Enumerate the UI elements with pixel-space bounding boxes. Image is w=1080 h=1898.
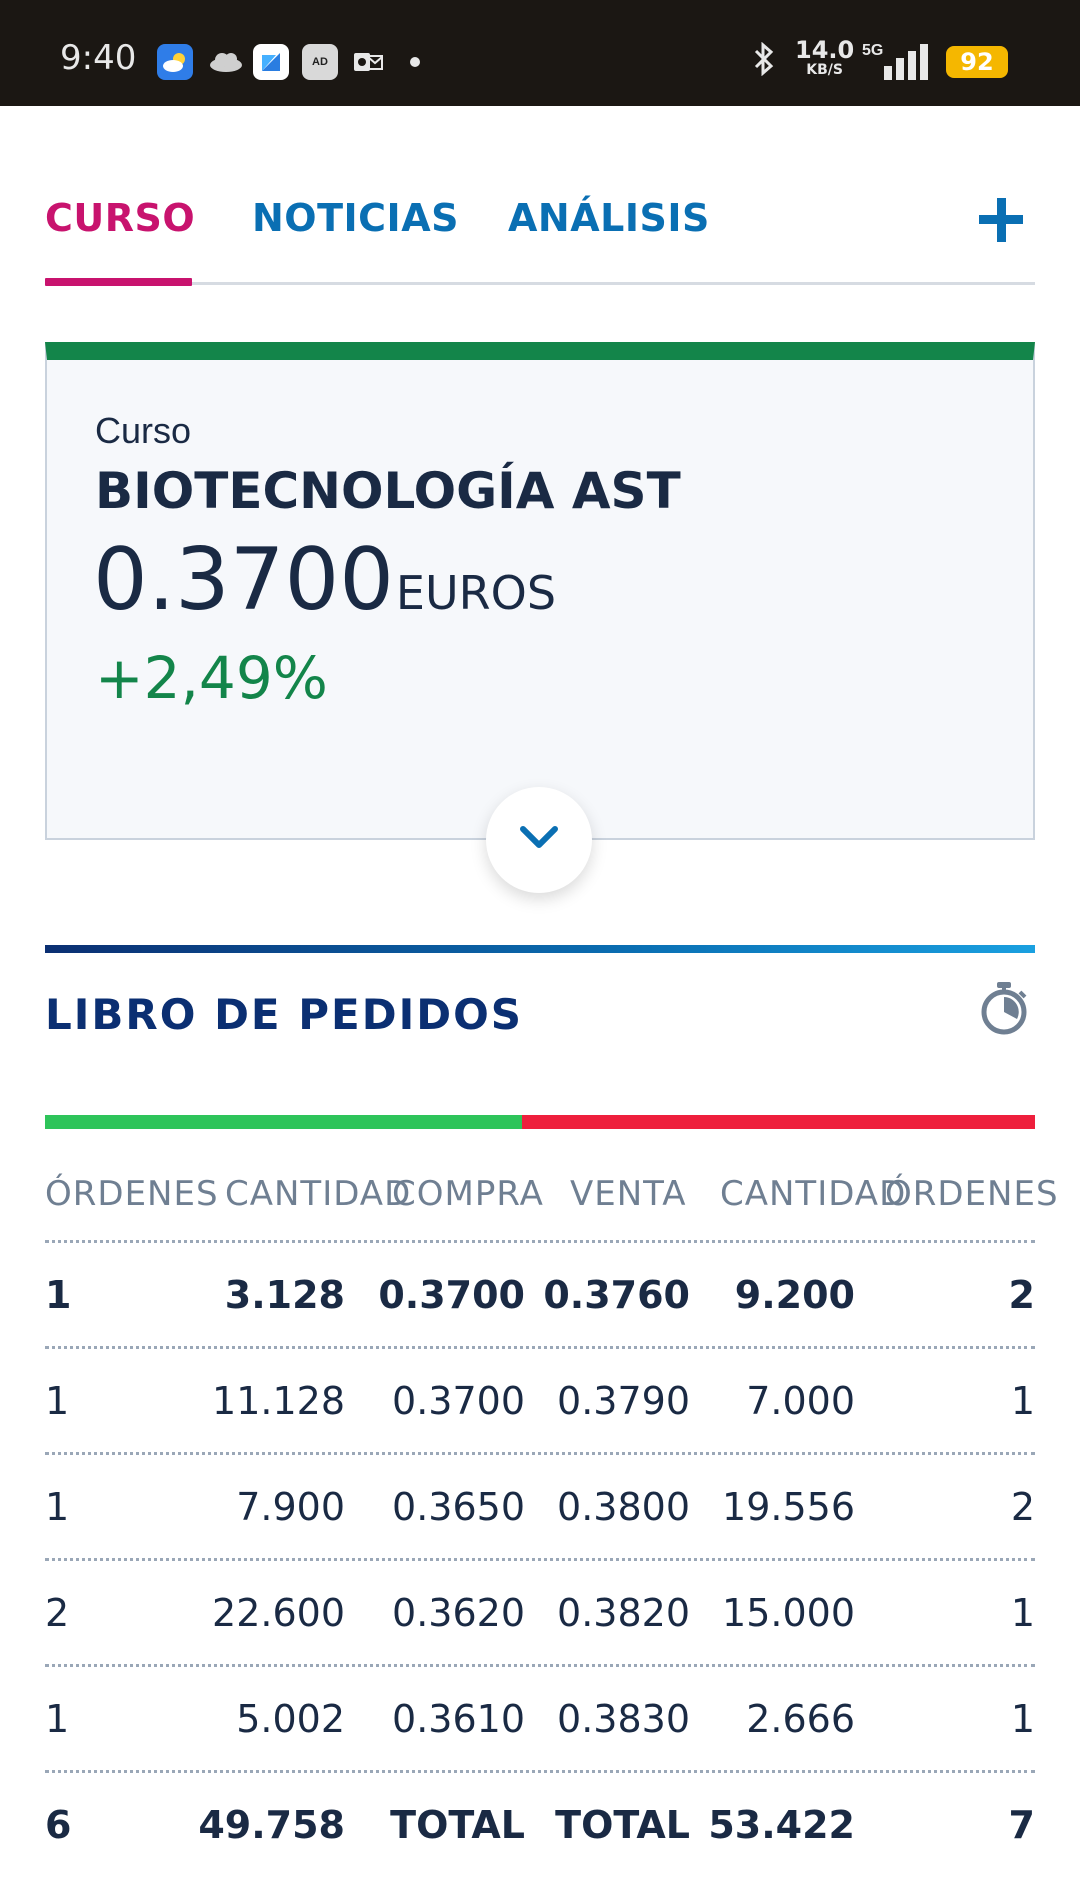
tab-curso[interactable]: CURSO bbox=[45, 196, 195, 240]
network-speed: 14.0 KB/S bbox=[795, 38, 854, 80]
col-header-venta: VENTA bbox=[570, 1174, 687, 1214]
cell-ask: 0.3760 bbox=[543, 1273, 690, 1317]
total-orders-buy: 6 bbox=[45, 1803, 72, 1847]
cell-ask: 0.3790 bbox=[557, 1379, 690, 1423]
chevron-down-icon bbox=[520, 826, 558, 848]
cell-qty-sell: 2.666 bbox=[746, 1697, 855, 1741]
cell-bid: 0.3700 bbox=[378, 1273, 525, 1317]
cell-bid: 0.3610 bbox=[392, 1697, 525, 1741]
cell-ask: 0.3830 bbox=[557, 1697, 690, 1741]
quote-card: Curso BIOTECNOLOGÍA AST 0.3700EUROS +2,4… bbox=[45, 342, 1035, 840]
price-change: +2,49% bbox=[95, 644, 328, 712]
cell-orders-buy: 1 bbox=[45, 1273, 72, 1317]
cell-orders-buy: 1 bbox=[45, 1697, 70, 1741]
col-header-ordenes-buy: ÓRDENES bbox=[45, 1174, 219, 1214]
price: 0.3700EUROS bbox=[93, 530, 556, 630]
tab-analisis[interactable]: ANÁLISIS bbox=[508, 196, 710, 240]
stopwatch-icon[interactable] bbox=[978, 980, 1030, 1041]
total-label-sell: TOTAL bbox=[555, 1803, 690, 1847]
total-label-buy: TOTAL bbox=[390, 1803, 525, 1847]
order-book-title: LIBRO DE PEDIDOS bbox=[45, 990, 524, 1039]
buy-sell-ratio-bar bbox=[45, 1115, 1035, 1129]
tab-bar: CURSO NOTICIAS ANÁLISIS bbox=[45, 196, 1035, 286]
cell-qty-buy: 22.600 bbox=[212, 1591, 345, 1635]
cell-ask: 0.3820 bbox=[557, 1591, 690, 1635]
network-type: 5G bbox=[862, 42, 884, 59]
cell-qty-buy: 3.128 bbox=[224, 1273, 345, 1317]
order-book-table: 1 3.128 0.3700 0.3760 9.200 2 1 11.128 0… bbox=[45, 1240, 1035, 1876]
battery-icon: 92 bbox=[946, 46, 1008, 78]
status-time: 9:40 bbox=[60, 38, 137, 78]
outlook-icon bbox=[350, 44, 386, 80]
app-icon bbox=[253, 44, 289, 80]
cell-bid: 0.3700 bbox=[392, 1379, 525, 1423]
cell-orders-buy: 1 bbox=[45, 1379, 70, 1423]
cell-orders-sell: 2 bbox=[1010, 1485, 1035, 1529]
status-bar: 9:40 AD 14.0 KB/S 5G 92 bbox=[0, 0, 1080, 106]
buy-share-bar bbox=[45, 1115, 522, 1129]
table-row: 1 5.002 0.3610 0.3830 2.666 1 bbox=[45, 1664, 1035, 1770]
table-row: 1 3.128 0.3700 0.3760 9.200 2 bbox=[45, 1240, 1035, 1346]
weather-icon bbox=[157, 44, 193, 80]
cell-bid: 0.3650 bbox=[392, 1485, 525, 1529]
cell-qty-sell: 7.000 bbox=[746, 1379, 855, 1423]
cell-orders-sell: 1 bbox=[1010, 1697, 1035, 1741]
total-qty-buy: 49.758 bbox=[198, 1803, 345, 1847]
cell-qty-buy: 5.002 bbox=[236, 1697, 345, 1741]
bluetooth-icon bbox=[752, 41, 776, 84]
quote-label: Curso bbox=[95, 410, 192, 451]
totals-row: 6 49.758 TOTAL TOTAL 53.422 7 bbox=[45, 1770, 1035, 1876]
cell-ask: 0.3800 bbox=[557, 1485, 690, 1529]
cell-orders-buy: 1 bbox=[45, 1485, 70, 1529]
table-row: 2 22.600 0.3620 0.3820 15.000 1 bbox=[45, 1558, 1035, 1664]
table-row: 1 7.900 0.3650 0.3800 19.556 2 bbox=[45, 1452, 1035, 1558]
cell-qty-buy: 11.128 bbox=[212, 1379, 345, 1423]
security-name: BIOTECNOLOGÍA AST bbox=[95, 462, 681, 520]
col-header-cantidad-buy: CANTIDAD bbox=[225, 1174, 412, 1214]
sell-share-bar bbox=[522, 1115, 1035, 1129]
col-header-compra: COMPRA bbox=[392, 1174, 544, 1214]
cell-qty-sell: 9.200 bbox=[734, 1273, 855, 1317]
total-qty-sell: 53.422 bbox=[708, 1803, 855, 1847]
cell-qty-sell: 15.000 bbox=[722, 1591, 855, 1635]
expand-button[interactable] bbox=[486, 787, 592, 893]
cell-orders-sell: 2 bbox=[1008, 1273, 1035, 1317]
cell-orders-sell: 1 bbox=[1010, 1591, 1035, 1635]
currency: EUROS bbox=[395, 566, 557, 620]
cloud-icon bbox=[206, 44, 246, 80]
add-icon[interactable] bbox=[979, 198, 1023, 242]
cell-qty-sell: 19.556 bbox=[722, 1485, 855, 1529]
cell-qty-buy: 7.900 bbox=[236, 1485, 345, 1529]
adblocker-icon: AD bbox=[302, 44, 338, 80]
col-header-cantidad-sell: CANTIDAD bbox=[720, 1174, 907, 1214]
total-orders-sell: 7 bbox=[1008, 1803, 1035, 1847]
tab-noticias[interactable]: NOTICIAS bbox=[252, 196, 459, 240]
signal-icon bbox=[884, 44, 930, 80]
notification-dot bbox=[410, 57, 420, 67]
section-divider bbox=[45, 945, 1035, 953]
price-value: 0.3700 bbox=[93, 530, 394, 630]
active-tab-indicator bbox=[45, 278, 192, 286]
cell-orders-buy: 2 bbox=[45, 1591, 70, 1635]
col-header-ordenes-sell: ÓRDENES bbox=[885, 1174, 1059, 1214]
table-row: 1 11.128 0.3700 0.3790 7.000 1 bbox=[45, 1346, 1035, 1452]
cell-bid: 0.3620 bbox=[392, 1591, 525, 1635]
cell-orders-sell: 1 bbox=[1010, 1379, 1035, 1423]
